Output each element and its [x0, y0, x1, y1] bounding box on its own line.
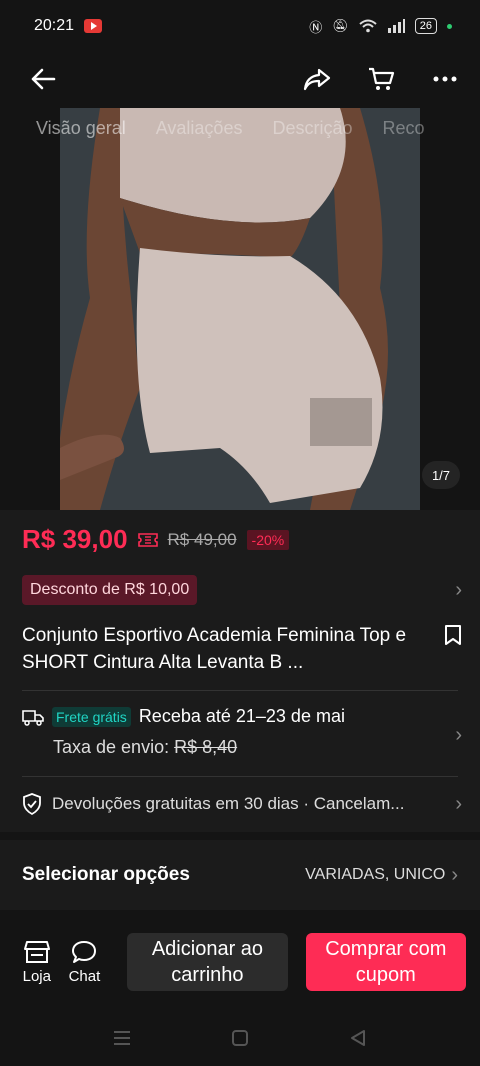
product-photo [60, 108, 420, 510]
coupon-row[interactable]: Desconto de R$ 10,00 › [22, 574, 462, 606]
store-button[interactable]: Loja [18, 940, 56, 985]
chevron-right-icon: › [455, 724, 462, 746]
back-arrow-icon [31, 68, 56, 90]
privacy-dot-icon [447, 23, 452, 29]
add-to-cart-button[interactable]: Adicionar ao carrinho [127, 933, 288, 991]
chevron-right-icon: › [455, 792, 462, 815]
tab-overview[interactable]: Visão geral [36, 118, 126, 152]
product-image[interactable] [60, 108, 420, 510]
price-row: R$ 39,00 R$ 49,00 -20% [22, 524, 290, 555]
chat-label: Chat [68, 967, 101, 985]
system-navigation-bar [0, 1010, 480, 1066]
youtube-notification-icon [84, 19, 103, 33]
shipping-row[interactable]: Frete grátis Receba até 21–23 de mai Tax… [22, 706, 462, 766]
store-icon [23, 940, 50, 963]
section-tabs: Visão geral Avaliações Descrição Reco [0, 118, 480, 152]
mute-icon: 🔕︎ [332, 18, 349, 33]
chat-button[interactable]: Chat [66, 940, 104, 985]
returns-row[interactable]: Devoluções gratuitas em 30 dias · Cancel… [22, 790, 462, 818]
shield-check-icon [23, 793, 41, 815]
returns-info: Devoluções gratuitas em 30 dias · Cancel… [22, 793, 404, 815]
more-dots-icon [433, 76, 457, 82]
share-button[interactable] [302, 64, 332, 94]
current-price: R$ 39,00 [22, 524, 128, 554]
free-shipping-badge: Frete grátis [52, 706, 131, 727]
battery-indicator: 26 [414, 18, 437, 34]
more-options-button[interactable] [430, 64, 460, 94]
coupon-ticket-icon [137, 532, 158, 547]
discount-badge: -20% [246, 529, 290, 550]
share-icon [303, 68, 331, 91]
bottom-action-bar: Loja Chat Adicionar ao carrinho Comprar … [0, 918, 480, 1006]
shipping-fee-label: Taxa de envio: [53, 737, 170, 757]
chevron-right-icon: › [451, 863, 458, 886]
bookmark-button[interactable] [444, 624, 462, 676]
status-right: Ⓝ 🔕︎ 26 [309, 17, 452, 36]
home-icon[interactable] [231, 1029, 249, 1047]
back-button[interactable] [28, 64, 58, 94]
recents-icon[interactable] [113, 1030, 131, 1046]
title-row: Conjunto Esportivo Academia Feminina Top… [22, 622, 462, 676]
shipping-line-eta: Frete grátis Receba até 21–23 de mai [22, 706, 462, 727]
coupon-badge: Desconto de R$ 10,00 [22, 575, 198, 605]
back-triangle-icon[interactable] [349, 1029, 367, 1047]
selected-variant: VARIADAS, UNICO › [305, 864, 458, 887]
chevron-right-icon: › [455, 578, 462, 601]
nfc-icon: Ⓝ [309, 19, 323, 35]
cart-icon [369, 67, 395, 90]
shipping-fee-value: R$ 8,40 [174, 737, 238, 757]
original-price: R$ 49,00 [167, 529, 237, 549]
wifi-icon [359, 19, 377, 33]
tab-reviews[interactable]: Avaliações [156, 118, 243, 152]
bookmark-icon [445, 625, 461, 645]
tab-recommendations[interactable]: Reco [383, 118, 425, 152]
status-left: 20:21 [34, 17, 103, 35]
divider [22, 776, 458, 777]
tab-description[interactable]: Descrição [272, 118, 352, 152]
buy-with-coupon-button[interactable]: Comprar com cupom [305, 933, 466, 991]
truck-icon [22, 709, 44, 726]
returns-text: Devoluções gratuitas em 30 dias · Cancel… [52, 794, 405, 813]
image-counter: 1/7 [422, 461, 460, 489]
top-navigation [0, 52, 480, 106]
chat-icon [72, 940, 97, 963]
signal-icon [387, 19, 405, 33]
divider [22, 690, 458, 691]
select-options-label: Selecionar opções [22, 864, 190, 885]
store-label: Loja [22, 967, 51, 985]
clock: 20:21 [34, 17, 75, 34]
selected-variant-value: VARIADAS, UNICO [305, 866, 446, 883]
top-nav-actions [302, 64, 460, 94]
shipping-fee-line: Taxa de envio: R$ 8,40 [53, 737, 462, 758]
product-title: Conjunto Esportivo Academia Feminina Top… [22, 625, 407, 673]
select-options-row[interactable]: Selecionar opções VARIADAS, UNICO › [0, 840, 480, 910]
status-bar: 20:21 Ⓝ 🔕︎ 26 [0, 0, 480, 52]
cart-button[interactable] [366, 64, 396, 94]
delivery-estimate: Receba até 21–23 de mai [138, 706, 345, 726]
